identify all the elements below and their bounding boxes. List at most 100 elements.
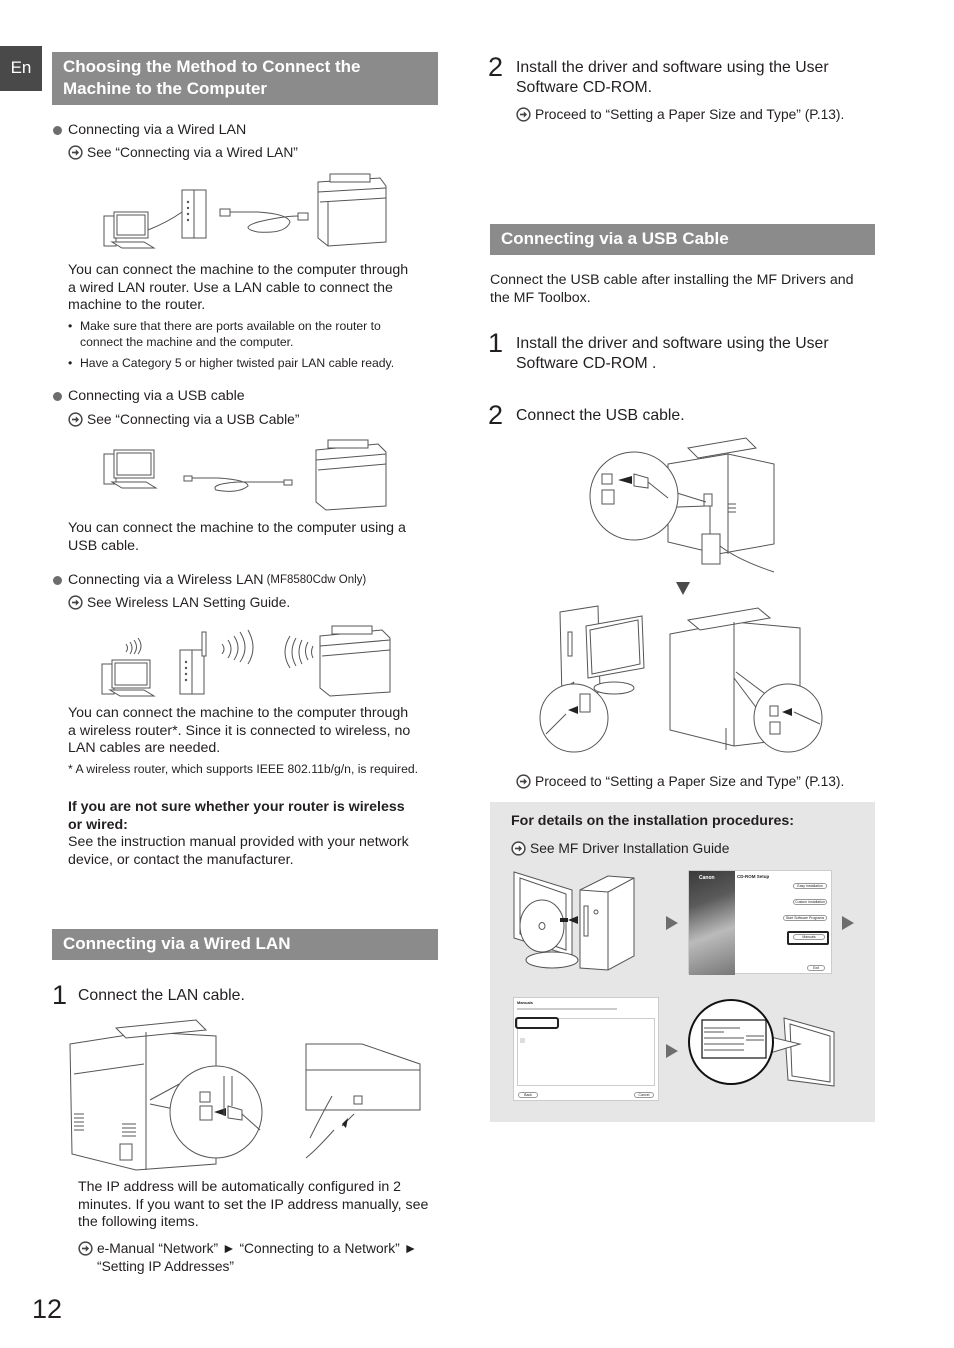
text-line: minutes. If you want to set the IP addre… xyxy=(78,1196,429,1213)
cd-disc-icon xyxy=(519,899,565,953)
bullet-icon xyxy=(53,125,62,135)
start-software-programs-button[interactable]: Start Software Programs xyxy=(783,915,827,921)
reference-text: See “Connecting via a USB Cable” xyxy=(87,412,300,427)
reference-link-mf-driver-guide[interactable]: See MF Driver Installation Guide xyxy=(511,840,729,858)
reference-link-usb-cable[interactable]: See “Connecting via a USB Cable” xyxy=(68,411,299,429)
illustration-usb-printer-port xyxy=(589,437,775,573)
step-text: Install the driver and software using th… xyxy=(516,334,829,374)
triangle-down-icon xyxy=(676,582,690,595)
reference-text: Proceed to “Setting a Paper Size and Typ… xyxy=(535,774,845,789)
option-label: Connecting via a Wireless LAN xyxy=(68,572,264,588)
lan-cable-illustration xyxy=(219,208,309,233)
option-label: Connecting via a Wired LAN xyxy=(68,122,247,138)
text-line: Install the driver and software using th… xyxy=(516,59,829,76)
exit-button[interactable]: Exit xyxy=(807,965,825,971)
easy-installation-button[interactable]: Easy Installation xyxy=(793,883,827,889)
printer-rear-illustration xyxy=(667,437,775,555)
mf-driver-guide-highlight[interactable] xyxy=(515,1017,559,1029)
circle-arrow-right-icon xyxy=(68,145,83,160)
setup-screen-sidebar: Canon xyxy=(689,871,735,975)
section-header-wired-lan: Connecting via a Wired LAN xyxy=(52,929,438,960)
reference-link-wireless-guide[interactable]: See Wireless LAN Setting Guide. xyxy=(68,594,290,612)
illustration-driver-guide-on-monitor xyxy=(688,999,835,1087)
usb-cable-description: You can connect the machine to the compu… xyxy=(68,520,448,555)
custom-installation-button[interactable]: Custom Installation xyxy=(793,899,827,905)
bullet-icon xyxy=(53,391,62,401)
text-line: You can connect the machine to the compu… xyxy=(68,705,409,721)
text-line: the MF Toolbox. xyxy=(490,289,591,306)
circle-arrow-right-icon xyxy=(68,412,83,427)
reference-link-paper-size[interactable]: Proceed to “Setting a Paper Size and Typ… xyxy=(516,106,844,124)
help-text-line: See the instruction manual provided with… xyxy=(68,834,409,851)
text-line: machine to the router. xyxy=(68,297,206,314)
reference-link-setting-ip-addresses[interactable]: e-Manual “Network” ► “Connecting to a Ne… xyxy=(78,1240,417,1275)
circle-arrow-right-icon xyxy=(78,1241,93,1256)
step-number: 1 xyxy=(488,328,504,358)
document-icon xyxy=(520,1038,525,1043)
text-line: The IP address will be automatically con… xyxy=(78,1179,402,1195)
manuals-screen-title: Manuals xyxy=(517,1000,534,1005)
step-number: 1 xyxy=(52,980,68,1010)
option-wireless-lan: Connecting via a Wireless LAN (MF8580Cdw… xyxy=(53,572,366,588)
section-title-line2: Machine to the Computer xyxy=(63,79,268,98)
note-line: Make sure that there are ports available… xyxy=(80,319,381,333)
step-number: 2 xyxy=(488,52,504,82)
triangle-right-icon xyxy=(842,916,854,930)
monitor-illustration xyxy=(783,1017,835,1087)
text-line: Connect the USB cable after installing t… xyxy=(490,272,854,288)
text-line: the following items. xyxy=(78,1214,199,1231)
text-line: Software CD-ROM. xyxy=(516,79,653,96)
step-1-connect-lan: 1 Connect the LAN cable. xyxy=(52,982,245,1009)
brand-logo: Canon xyxy=(699,875,715,881)
reference-link-wired-lan[interactable]: See “Connecting via a Wired LAN” xyxy=(68,144,298,162)
computer-illustration xyxy=(103,449,158,489)
printer-illustration xyxy=(315,439,387,511)
model-note: (MF8580Cdw Only) xyxy=(266,574,367,586)
router-type-help: If you are not sure whether your router … xyxy=(68,799,448,869)
text-line: LAN cables are needed. xyxy=(68,740,221,757)
ip-address-note: The IP address will be automatically con… xyxy=(78,1179,448,1232)
printer-illustration xyxy=(319,625,391,697)
note-item: • Have a Category 5 or higher twisted pa… xyxy=(68,356,395,370)
description-line xyxy=(517,1008,617,1010)
back-button[interactable]: Back xyxy=(518,1092,538,1098)
circle-arrow-right-icon xyxy=(516,774,531,789)
wired-lan-notes: • Make sure that there are ports availab… xyxy=(68,318,448,371)
help-heading-line: or wired: xyxy=(68,816,128,833)
text-line: Software CD-ROM . xyxy=(516,355,657,372)
printer-illustration xyxy=(317,173,387,247)
section-header-choosing-method: Choosing the Method to Connect the Machi… xyxy=(52,52,438,105)
wifi-signal-icon xyxy=(125,637,142,655)
note-line: Have a Category 5 or higher twisted pair… xyxy=(80,356,395,370)
illustration-connect-lan-cable xyxy=(69,1019,421,1171)
illustration-usb-computer-and-printer xyxy=(539,605,823,753)
language-tab: En xyxy=(0,46,42,91)
reference-text: Proceed to “Setting a Paper Size and Typ… xyxy=(535,107,845,122)
usb-step-2-connect-cable: 2 Connect the USB cable. xyxy=(488,402,685,429)
zoom-callout-guide xyxy=(688,999,774,1085)
reference-text: See MF Driver Installation Guide xyxy=(530,841,730,856)
illustration-usb-cable xyxy=(103,439,387,511)
step-text: Install the driver and software using th… xyxy=(516,58,829,98)
section-header-usb-cable: Connecting via a USB Cable xyxy=(490,224,875,255)
setup-screen-title: CD-ROM Setup xyxy=(737,874,770,879)
computer-illustration xyxy=(103,211,156,249)
wired-step-2-install-driver: 2 Install the driver and software using … xyxy=(488,54,829,98)
note-line: connect the machine and the computer. xyxy=(80,335,294,349)
section-title-line1: Choosing the Method to Connect the xyxy=(63,57,361,76)
help-text-line: device, or contact the manufacturer. xyxy=(68,851,294,868)
wireless-footnote: * A wireless router, which supports IEEE… xyxy=(68,762,419,776)
option-wired-lan: Connecting via a Wired LAN xyxy=(53,122,246,138)
computer-illustration xyxy=(101,659,156,697)
text-line: You can connect the machine to the compu… xyxy=(68,520,406,536)
triangle-right-icon xyxy=(666,916,678,930)
cancel-button[interactable]: Cancel xyxy=(634,1092,654,1098)
step-text: Connect the USB cable. xyxy=(516,407,685,424)
wifi-waves-icon xyxy=(221,629,314,669)
manuals-button[interactable]: Manuals xyxy=(793,934,825,940)
reference-text: See “Connecting via a Wired LAN” xyxy=(87,145,298,160)
reference-text: “Setting IP Addresses” xyxy=(97,1258,235,1274)
text-line: You can connect the machine to the compu… xyxy=(68,262,409,278)
reference-link-paper-size-usb[interactable]: Proceed to “Setting a Paper Size and Typ… xyxy=(516,773,844,791)
step-number: 2 xyxy=(488,400,504,430)
